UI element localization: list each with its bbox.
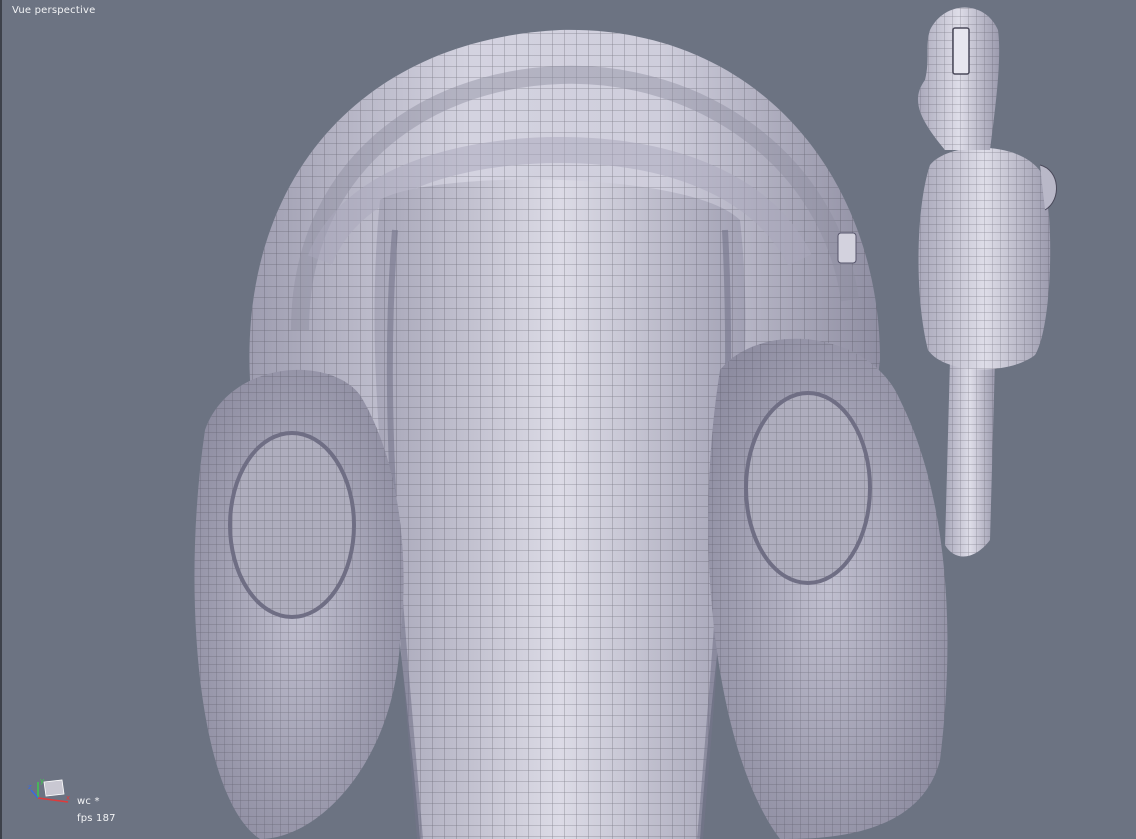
axis-x-label: x [66, 794, 70, 802]
mesh-render[interactable] [0, 0, 1136, 839]
right-ear [708, 338, 948, 839]
neck-trunk [374, 179, 746, 839]
view-mode-label: Vue perspective [12, 5, 96, 16]
axis-z-label: z [28, 783, 32, 791]
3d-viewport[interactable]: Vue perspective y x z wc * fps 187 [0, 0, 1136, 839]
axis-triad-icon: y x z [28, 777, 70, 803]
coordinate-system-label: wc * [77, 796, 100, 807]
axis-y-label: y [40, 777, 44, 785]
left-ear [194, 369, 404, 839]
fps-counter: fps 187 [77, 813, 116, 824]
